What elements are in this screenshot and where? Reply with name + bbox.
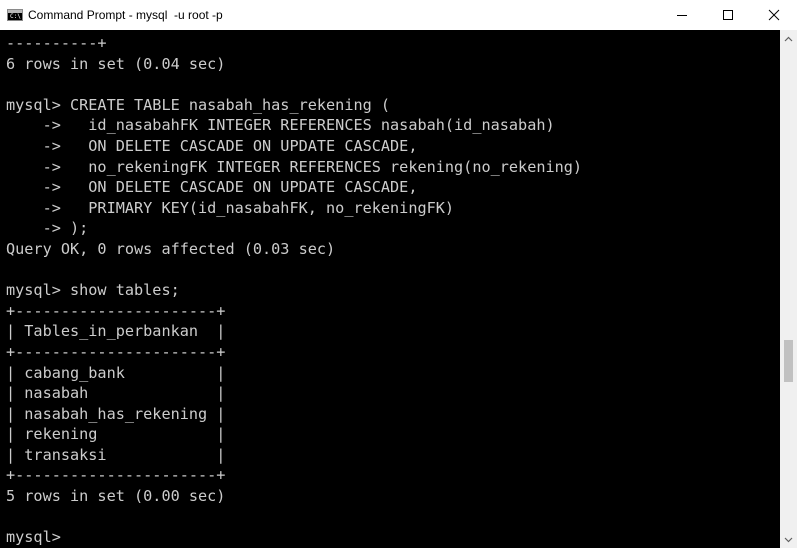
terminal-line: +----------------------+ xyxy=(6,301,226,320)
terminal-line: -> ON DELETE CASCADE ON UPDATE CASCADE, xyxy=(6,178,418,197)
scrollbar-thumb[interactable] xyxy=(784,340,793,382)
terminal-line: -> ); xyxy=(6,219,89,238)
terminal-line: mysql> show tables; xyxy=(6,281,180,300)
title-bar[interactable]: C:\ Command Prompt - mysql -u root -p xyxy=(0,0,797,30)
terminal-line: | nasabah | xyxy=(6,384,226,403)
maximize-button[interactable] xyxy=(705,0,751,30)
terminal-line: -> id_nasabahFK INTEGER REFERENCES nasab… xyxy=(6,116,555,135)
terminal-prompt-line[interactable]: mysql> xyxy=(6,528,70,546)
scroll-up-arrow-icon xyxy=(784,36,793,41)
terminal-line: 6 rows in set (0.04 sec) xyxy=(6,54,226,73)
maximize-icon xyxy=(723,10,733,20)
terminal-line: mysql> CREATE TABLE nasabah_has_rekening… xyxy=(6,95,391,114)
terminal-line: Query OK, 0 rows affected (0.03 sec) xyxy=(6,239,336,258)
terminal-line: +----------------------+ xyxy=(6,342,226,361)
scroll-down-arrow-icon xyxy=(784,537,793,542)
terminal-line: | nasabah_has_rekening | xyxy=(6,404,226,423)
terminal-line: ----------+ xyxy=(6,34,107,52)
scroll-down-button[interactable] xyxy=(780,531,797,548)
minimize-button[interactable] xyxy=(659,0,705,30)
terminal-line: | transaksi | xyxy=(6,445,226,464)
scroll-up-button[interactable] xyxy=(780,30,797,47)
minimize-icon xyxy=(677,15,687,16)
close-button[interactable] xyxy=(751,0,797,30)
command-prompt-window: C:\ Command Prompt - mysql -u root -p --… xyxy=(0,0,797,548)
terminal-line: 5 rows in set (0.00 sec) xyxy=(6,487,226,506)
window-controls xyxy=(659,0,797,30)
terminal-line: | rekening | xyxy=(6,425,226,444)
terminal-output[interactable]: ----------+ 6 rows in set (0.04 sec) mys… xyxy=(0,30,780,548)
terminal-line: | cabang_bank | xyxy=(6,363,226,382)
terminal-line: -> ON DELETE CASCADE ON UPDATE CASCADE, xyxy=(6,136,418,155)
terminal-line: -> PRIMARY KEY(id_nasabahFK, no_rekening… xyxy=(6,198,455,217)
vertical-scrollbar[interactable] xyxy=(780,30,797,548)
close-icon xyxy=(768,9,780,21)
terminal-line: -> no_rekeningFK INTEGER REFERENCES reke… xyxy=(6,157,583,176)
window-title: Command Prompt - mysql -u root -p xyxy=(28,8,223,22)
terminal-line: | Tables_in_perbankan | xyxy=(6,322,226,341)
command-prompt-icon[interactable]: C:\ xyxy=(7,9,23,21)
console-text: ----------+ 6 rows in set (0.04 sec) mys… xyxy=(0,30,780,548)
terminal-line: +----------------------+ xyxy=(6,466,226,485)
